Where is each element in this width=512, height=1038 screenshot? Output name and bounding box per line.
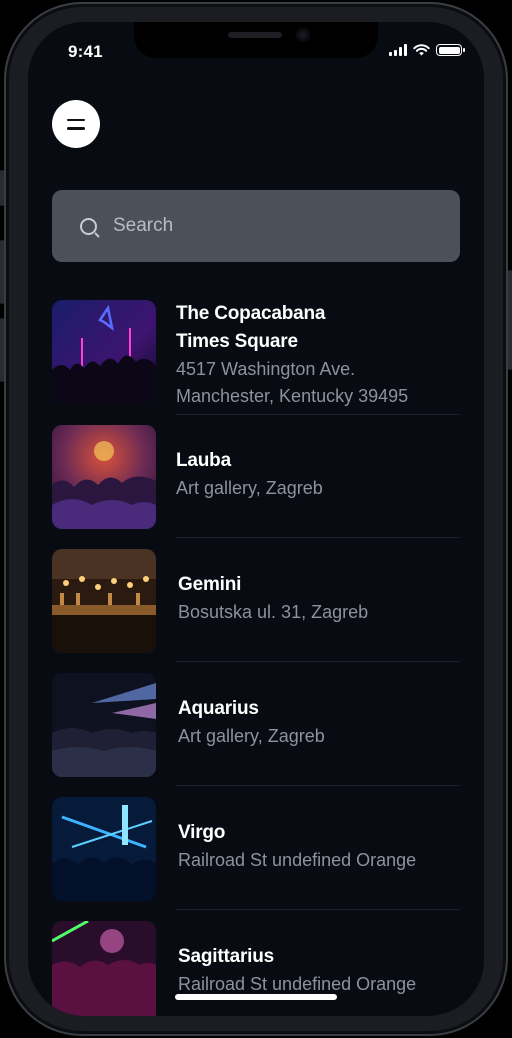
venue-text: Sagittarius Railroad St undefined Orange [178,943,416,998]
status-time: 9:41 [68,42,103,61]
laser-party-image [52,921,156,1016]
venue-thumbnail [52,549,156,653]
venue-title: Times Square [176,331,298,352]
menu-icon-line [67,127,85,130]
battery-icon [436,44,465,56]
venue-text: Aquarius Art gallery, Zagreb [178,695,325,750]
home-indicator[interactable] [175,994,337,1000]
search-input[interactable] [113,215,413,237]
power-button [508,270,512,370]
wifi-icon [413,44,430,56]
neon-concert-image [52,300,156,404]
search-bar[interactable] [52,190,460,262]
venue-text: Gemini Bosutska ul. 31, Zagreb [178,571,368,626]
venue-title: Sagittarius [178,946,274,967]
divider [176,909,460,910]
venue-title: Lauba [176,450,231,471]
club-crowd-image [52,425,156,529]
venue-thumbnail [52,673,156,777]
menu-button[interactable] [52,100,100,148]
venue-title: Aquarius [178,698,259,719]
venue-subtitle: Railroad St undefined Orange [178,850,417,870]
venue-subtitle: Bosutska ul. 31, Zagreb [178,602,369,622]
venue-subtitle: Art gallery, Zagreb [178,726,325,746]
cellular-signal-icon [389,44,407,56]
menu-icon-line [67,118,85,121]
volume-down-button [0,318,4,382]
venue-text: Lauba Art gallery, Zagreb [176,447,323,502]
divider [176,537,460,538]
stage-lights-image [52,673,156,777]
screen: 9:41 Search The Copacabana Times Square … [28,22,484,1016]
venue-title: Virgo [178,822,226,843]
front-camera [296,28,310,42]
notch [134,22,378,58]
venue-subtitle: Manchester, Kentucky 39495 [176,386,409,406]
venue-subtitle: Art gallery, Zagreb [176,478,323,498]
search-icon [80,217,97,235]
venue-title: Gemini [178,574,242,595]
divider [176,414,460,415]
venue-title: The Copacabana [176,303,326,324]
divider [176,785,460,786]
volume-up-button [0,240,4,304]
venue-thumbnail [52,300,156,404]
bar-interior-image [52,549,156,653]
venue-thumbnail [52,425,156,529]
venue-subtitle: 4517 Washington Ave. [176,359,356,379]
divider [176,661,460,662]
venue-text: Virgo Railroad St undefined Orange [178,819,416,874]
blue-rave-image [52,797,156,901]
status-icons [389,44,465,56]
venue-thumbnail [52,797,156,901]
side-button [0,170,4,206]
venue-text: The Copacabana Times Square 4517 Washing… [176,300,408,410]
speaker [228,32,282,38]
venue-thumbnail [52,921,156,1016]
